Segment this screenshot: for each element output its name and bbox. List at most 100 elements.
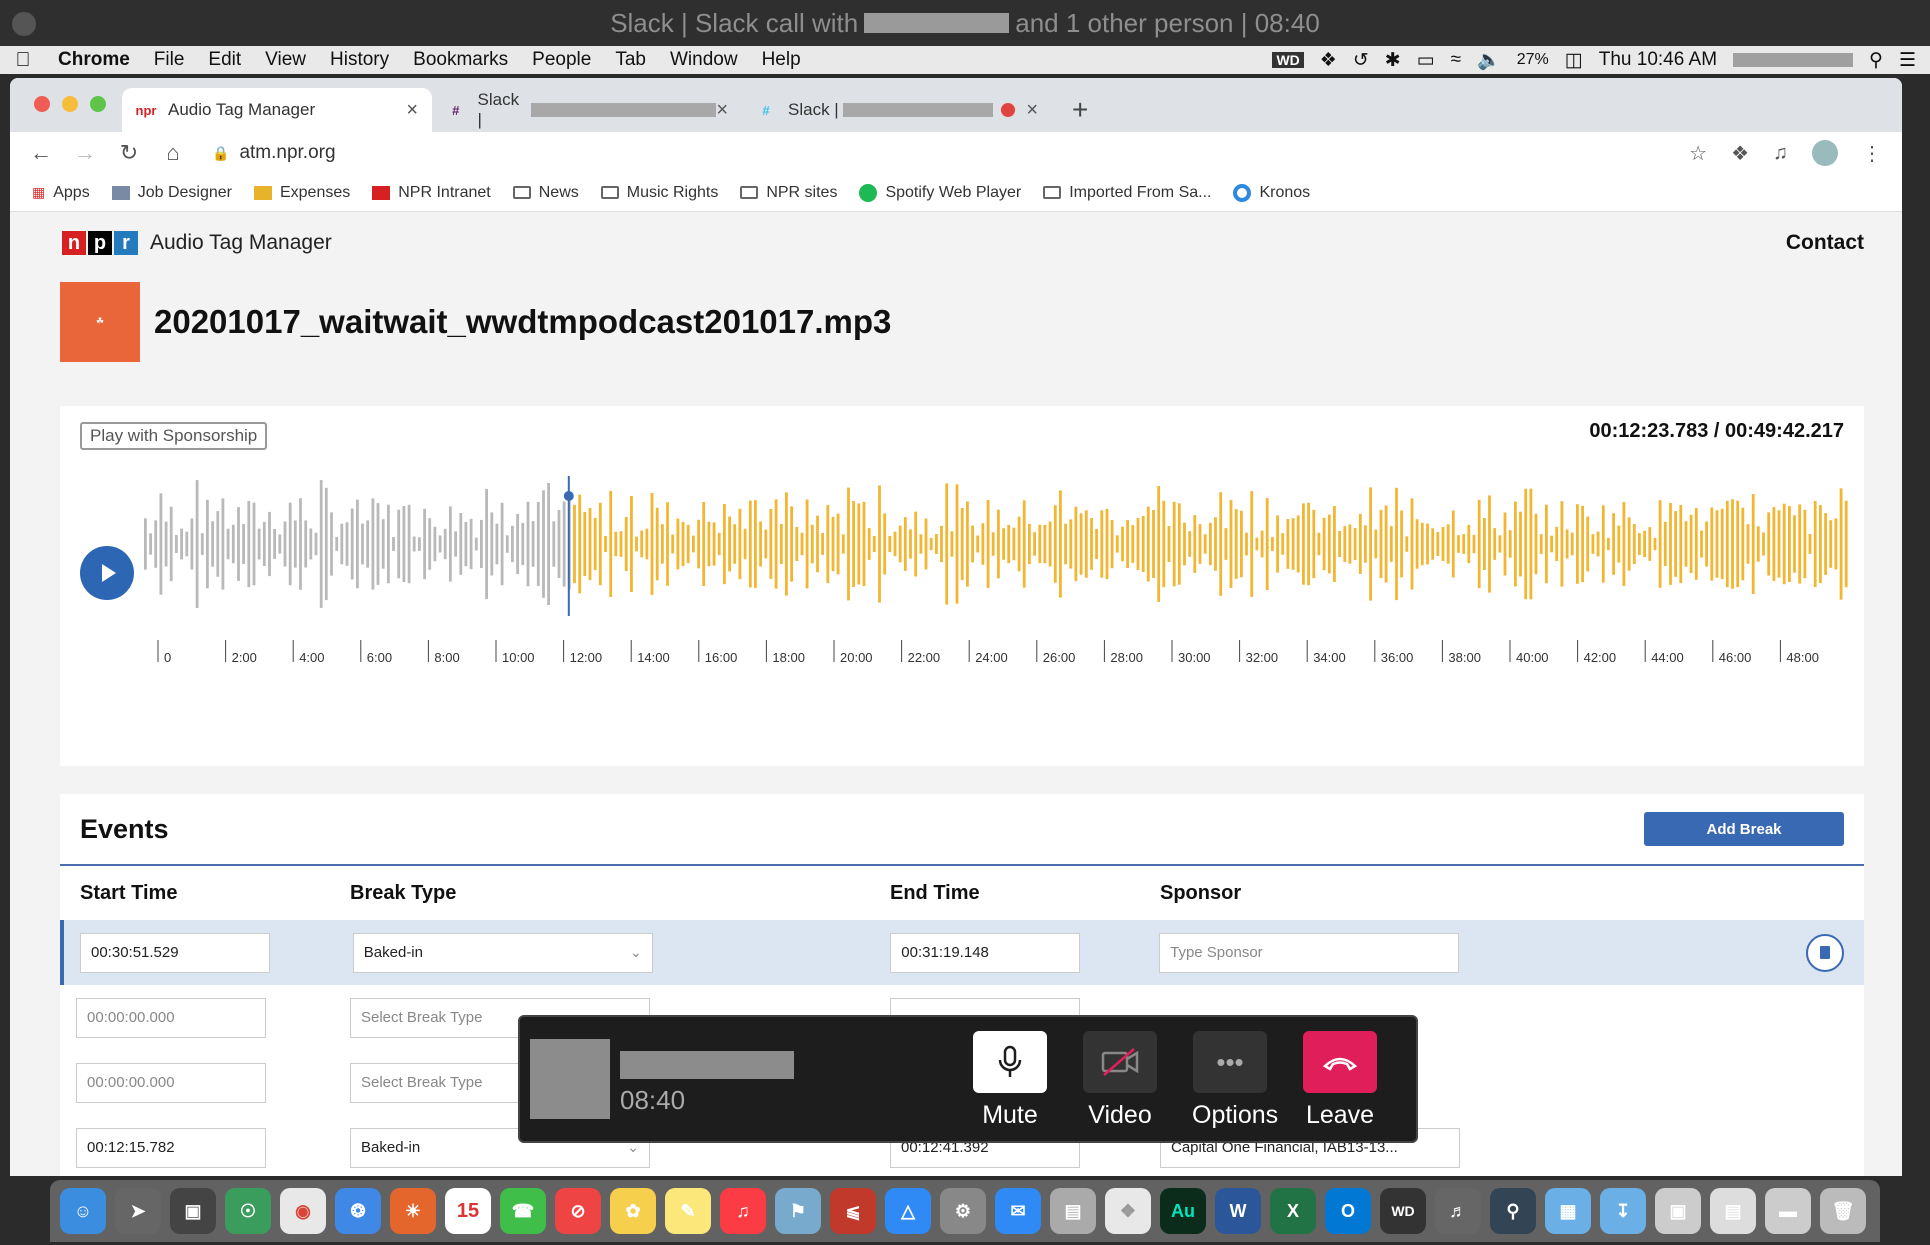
start-time-input[interactable]: 00:00:00.000 <box>76 997 266 1038</box>
npr-logo[interactable]: n p r <box>62 231 138 255</box>
folder-icon[interactable]: ▦ <box>1545 1188 1591 1234</box>
break-type-select[interactable]: Baked-in ⌄ <box>352 932 653 973</box>
forward-icon[interactable]: → <box>74 140 96 166</box>
minimize-window-button[interactable] <box>62 96 78 112</box>
outlook-icon[interactable]: O <box>1325 1188 1371 1234</box>
tab-slack-2[interactable]: # Slack | × <box>742 88 1052 132</box>
mute-button[interactable]: Mute <box>972 1031 1048 1130</box>
add-break-button[interactable]: Add Break <box>1644 812 1844 846</box>
messages-icon[interactable]: ✉ <box>995 1188 1041 1234</box>
music-icon[interactable]: ♫ <box>720 1188 766 1234</box>
clock[interactable]: Thu 10:46 AM <box>1599 49 1717 71</box>
close-tab-icon[interactable]: × <box>406 99 418 122</box>
colorful-app-icon[interactable]: ❖ <box>1105 1188 1151 1234</box>
address-bar[interactable]: 🔒 atm.npr.org <box>206 136 1667 170</box>
menu-view[interactable]: View <box>253 49 318 71</box>
contact-link[interactable]: Contact <box>1786 231 1864 255</box>
document-stack-icon[interactable]: ▤ <box>1710 1188 1756 1234</box>
bluetooth-icon[interactable]: ✱ <box>1385 49 1401 72</box>
close-tab-icon[interactable]: × <box>1026 99 1038 122</box>
media-controls-icon[interactable]: ♫ <box>1773 142 1788 165</box>
bookmark-spotify[interactable]: Spotify Web Player <box>859 183 1021 202</box>
system-preferences-icon[interactable]: ⚙ <box>940 1188 986 1234</box>
notes-icon[interactable]: ✎ <box>665 1188 711 1234</box>
downloads-folder-icon[interactable]: ↧ <box>1600 1188 1646 1234</box>
firefox-icon[interactable]: ☀ <box>390 1188 436 1234</box>
maps-icon[interactable]: ⚑ <box>775 1188 821 1234</box>
close-window-button[interactable] <box>34 96 50 112</box>
facetime-icon[interactable]: ☎ <box>500 1188 546 1234</box>
wifi-icon[interactable]: ≈ <box>1451 49 1461 71</box>
wd-drive-icon[interactable]: WD <box>1380 1188 1426 1234</box>
menu-window[interactable]: Window <box>658 49 750 71</box>
bookmark-kronos[interactable]: Kronos <box>1233 183 1310 202</box>
audition-icon[interactable]: Au <box>1160 1188 1206 1234</box>
options-button[interactable]: ••• Options <box>1192 1031 1278 1130</box>
wd-icon[interactable]: WD <box>1272 52 1304 68</box>
excel-icon[interactable]: X <box>1270 1188 1316 1234</box>
launchpad-icon[interactable]: ➤ <box>115 1188 161 1234</box>
photo-slideshow-icon[interactable]: ▣ <box>170 1188 216 1234</box>
menu-chrome[interactable]: Chrome <box>46 49 142 71</box>
battery-percent[interactable]: 27% <box>1517 51 1549 69</box>
start-time-input[interactable]: 00:00:00.000 <box>76 1062 266 1103</box>
trash-icon[interactable]: 🗑 <box>1820 1188 1866 1234</box>
end-time-input[interactable]: 00:31:19.148 <box>890 932 1081 973</box>
globe-icon[interactable]: ☉ <box>225 1188 271 1234</box>
screenshot-stack-icon[interactable]: ▣ <box>1655 1188 1701 1234</box>
extensions-icon[interactable]: ❖ <box>1731 141 1749 166</box>
news-icon[interactable]: ⊘ <box>555 1188 601 1234</box>
time-machine-icon[interactable]: ↺ <box>1353 49 1369 72</box>
chrome-menu-icon[interactable]: ⋮ <box>1862 141 1882 166</box>
menu-edit[interactable]: Edit <box>196 49 253 71</box>
preview-icon[interactable]: ▤ <box>1050 1188 1096 1234</box>
filezilla-icon[interactable]: ⫹ <box>830 1188 876 1234</box>
play-with-sponsorship-button[interactable]: Play with Sponsorship <box>80 422 268 450</box>
photos-icon[interactable]: ✿ <box>610 1188 656 1234</box>
spotlight-icon[interactable]: ⚲ <box>1869 49 1883 72</box>
menu-help[interactable]: Help <box>750 49 813 71</box>
start-time-input[interactable]: 00:30:51.529 <box>80 932 270 973</box>
bookmark-star-icon[interactable]: ☆ <box>1689 141 1707 166</box>
bookmark-npr-sites[interactable]: NPR sites <box>740 184 837 202</box>
playhead-handle[interactable] <box>563 491 574 501</box>
bookmark-music-rights[interactable]: Music Rights <box>600 184 718 202</box>
profile-avatar[interactable] <box>1812 140 1838 166</box>
notification-center-icon[interactable]: ☰ <box>1899 49 1916 72</box>
home-icon[interactable]: ⌂ <box>162 140 184 166</box>
bookmark-news[interactable]: News <box>512 184 579 202</box>
close-tab-icon[interactable]: × <box>716 99 728 122</box>
bookmark-expenses[interactable]: Expenses <box>253 184 350 202</box>
menu-history[interactable]: History <box>318 49 401 71</box>
safari-icon[interactable]: ❂ <box>335 1188 381 1234</box>
battery-icon[interactable]: ◫ <box>1565 49 1583 72</box>
sponsor-input[interactable]: Type Sponsor <box>1159 932 1460 973</box>
new-tab-button[interactable]: + <box>1052 94 1108 132</box>
menu-file[interactable]: File <box>142 49 197 71</box>
bookmark-imported[interactable]: Imported From Sa... <box>1043 184 1211 202</box>
apple-menu-icon[interactable]:  <box>0 49 46 72</box>
calendar-icon[interactable]: 15 <box>445 1188 491 1234</box>
bookmark-job-designer[interactable]: Job Designer <box>111 184 232 202</box>
bookmark-npr-intranet[interactable]: NPR Intranet <box>372 184 491 202</box>
word-icon[interactable]: W <box>1215 1188 1261 1234</box>
back-icon[interactable]: ← <box>30 140 52 166</box>
delete-row-button[interactable] <box>1806 933 1844 972</box>
menu-people[interactable]: People <box>520 49 603 71</box>
menu-bookmarks[interactable]: Bookmarks <box>401 49 520 71</box>
video-button[interactable]: Video <box>1082 1031 1158 1130</box>
airplay-icon[interactable]: ▭ <box>1417 49 1435 72</box>
tab-slack-1[interactable]: # Slack | × <box>432 88 742 132</box>
window-close-dot[interactable] <box>12 12 36 36</box>
finder-icon[interactable]: ☺ <box>60 1188 106 1234</box>
bookmark-apps[interactable]: ▦ Apps <box>32 184 90 202</box>
app-store-icon[interactable]: △ <box>885 1188 931 1234</box>
reload-icon[interactable]: ↻ <box>118 140 140 166</box>
quicktime-icon[interactable]: ⚲ <box>1490 1188 1536 1234</box>
start-time-input[interactable]: 00:12:15.782 <box>76 1127 266 1168</box>
menu-tab[interactable]: Tab <box>603 49 658 71</box>
tab-audio-tag-manager[interactable]: npr Audio Tag Manager × <box>122 88 432 132</box>
zoom-window-button[interactable] <box>90 96 106 112</box>
file-stack-icon[interactable]: ▬ <box>1765 1188 1811 1234</box>
event-row[interactable]: 00:30:51.529 Baked-in ⌄ 00:31:19.148 Type… <box>60 920 1864 985</box>
